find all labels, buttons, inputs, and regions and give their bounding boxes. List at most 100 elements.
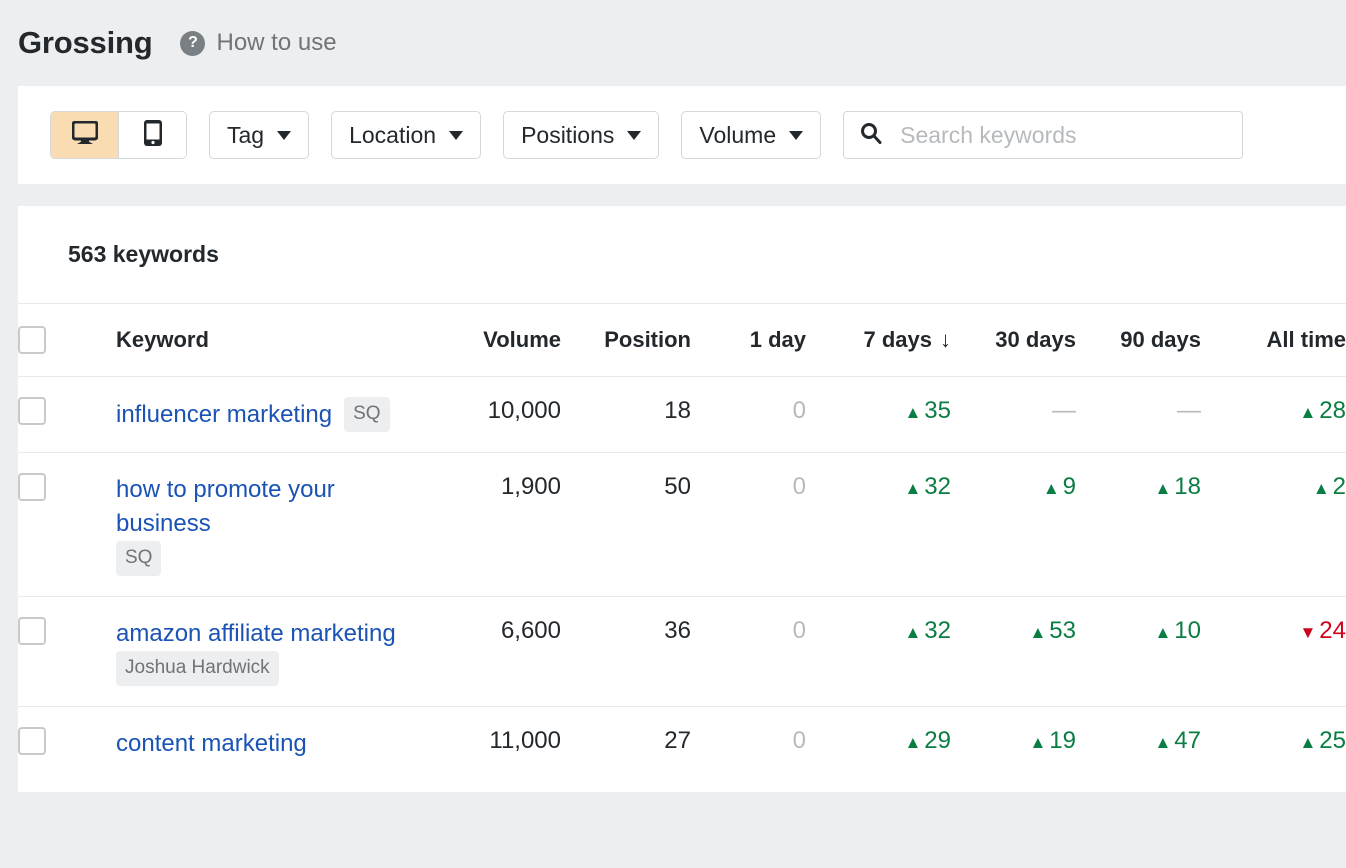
change-all-time-value: ▲2	[1313, 473, 1346, 500]
change-all-time-cell: ▲2	[1201, 453, 1346, 597]
table-row: influencer marketingSQ10,000180▲35——▲28	[18, 377, 1346, 453]
column-header-position[interactable]: Position	[561, 304, 691, 377]
change-30-days-cell: —	[951, 377, 1076, 453]
position-cell: 18	[561, 377, 691, 453]
filters-toolbar: Tag Location Positions Volume	[18, 86, 1346, 184]
arrow-up-icon: ▲	[1299, 403, 1316, 422]
keyword-cell: how to promote your businessSQ	[116, 453, 416, 597]
change-30-days-value: —	[1052, 397, 1076, 424]
change-90-days-value: ▲10	[1154, 617, 1201, 644]
row-checkbox[interactable]	[18, 617, 46, 645]
change-all-time-cell: ▲28	[1201, 377, 1346, 453]
volume-cell: 10,000	[416, 377, 561, 453]
how-to-use-label: How to use	[216, 29, 336, 57]
volume-cell: 11,000	[416, 707, 561, 783]
filter-positions-label: Positions	[521, 122, 614, 149]
keyword-link[interactable]: content marketing	[116, 727, 307, 761]
search-icon	[860, 122, 882, 149]
keyword-link[interactable]: amazon affiliate marketing	[116, 617, 396, 651]
change-7-days-cell: ▲32	[806, 597, 951, 707]
how-to-use-link[interactable]: ? How to use	[180, 29, 336, 57]
change-7-days-cell: ▲35	[806, 377, 951, 453]
page-title: Grossing	[18, 25, 152, 61]
arrow-up-icon: ▲	[1154, 623, 1171, 642]
change-7-days-value: ▲35	[904, 397, 951, 424]
table-header: Keyword Volume Position 1 day 7 days↓ 30…	[18, 304, 1346, 377]
row-checkbox[interactable]	[18, 473, 46, 501]
column-header-volume[interactable]: Volume	[416, 304, 561, 377]
arrow-down-icon: ▼	[1299, 623, 1316, 642]
row-checkbox[interactable]	[18, 397, 46, 425]
change-90-days-value: ▲47	[1154, 727, 1201, 754]
change-90-days-cell: —	[1076, 377, 1201, 453]
filter-volume-button[interactable]: Volume	[681, 111, 821, 159]
filter-location-label: Location	[349, 122, 436, 149]
arrow-up-icon: ▲	[1029, 623, 1046, 642]
position-cell: 36	[561, 597, 691, 707]
change-90-days-value: ▲18	[1154, 473, 1201, 500]
keywords-panel: 563 keywords Keyword Volume Position 1 d…	[18, 206, 1346, 792]
chevron-down-icon	[789, 131, 803, 140]
change-30-days-value: ▲53	[1029, 617, 1076, 644]
filter-volume-label: Volume	[699, 122, 776, 149]
arrow-up-icon: ▲	[904, 479, 921, 498]
question-mark-icon: ?	[180, 31, 205, 56]
search-input[interactable]	[898, 121, 1226, 150]
change-all-time-value: ▼24	[1299, 617, 1346, 644]
column-header-7-days-label: 7 days	[864, 327, 933, 352]
device-toggle-mobile[interactable]	[118, 112, 186, 158]
table-header-row: Keyword Volume Position 1 day 7 days↓ 30…	[18, 304, 1346, 377]
select-all-header	[18, 304, 116, 377]
keyword-link[interactable]: influencer marketing	[116, 398, 332, 432]
search-keywords-box[interactable]	[843, 111, 1243, 159]
filter-positions-button[interactable]: Positions	[503, 111, 659, 159]
keyword-link[interactable]: how to promote your business	[116, 473, 416, 541]
column-header-7-days[interactable]: 7 days↓	[806, 304, 951, 377]
filter-tag-label: Tag	[227, 122, 264, 149]
arrow-up-icon: ▲	[1154, 733, 1171, 752]
keyword-cell: influencer marketingSQ	[116, 377, 416, 453]
change-all-time-value: ▲28	[1299, 397, 1346, 424]
change-90-days-value: —	[1177, 397, 1201, 424]
change-30-days-value: ▲19	[1029, 727, 1076, 754]
chevron-down-icon	[449, 131, 463, 140]
filter-location-button[interactable]: Location	[331, 111, 481, 159]
arrow-up-icon: ▲	[1299, 733, 1316, 752]
row-select-cell	[18, 453, 116, 597]
select-all-checkbox[interactable]	[18, 326, 46, 354]
change-1-day-value: 0	[793, 727, 806, 754]
arrow-up-icon: ▲	[904, 733, 921, 752]
keywords-count: 563 keywords	[18, 206, 1346, 304]
row-checkbox[interactable]	[18, 727, 46, 755]
change-30-days-cell: ▲19	[951, 707, 1076, 783]
device-toggle	[50, 111, 187, 159]
change-90-days-cell: ▲10	[1076, 597, 1201, 707]
table-row: amazon affiliate marketingJoshua Hardwic…	[18, 597, 1346, 707]
arrow-up-icon: ▲	[904, 623, 921, 642]
change-7-days-cell: ▲32	[806, 453, 951, 597]
column-header-30-days[interactable]: 30 days	[951, 304, 1076, 377]
column-header-1-day[interactable]: 1 day	[691, 304, 806, 377]
column-header-keyword[interactable]: Keyword	[116, 304, 416, 377]
keyword-badge: Joshua Hardwick	[116, 651, 279, 686]
change-7-days-value: ▲32	[904, 617, 951, 644]
panel-spacer	[0, 184, 1346, 206]
page-header: Grossing ? How to use	[0, 0, 1346, 86]
table-row: how to promote your businessSQ1,900500▲3…	[18, 453, 1346, 597]
keyword-cell: content marketing	[116, 707, 416, 783]
device-toggle-desktop[interactable]	[51, 112, 118, 158]
mobile-icon	[144, 120, 162, 151]
column-header-90-days[interactable]: 90 days	[1076, 304, 1201, 377]
filter-tag-button[interactable]: Tag	[209, 111, 309, 159]
change-1-day-value: 0	[793, 473, 806, 500]
arrow-up-icon: ▲	[1154, 479, 1171, 498]
table-body: influencer marketingSQ10,00018 0 ▲35 — — ▲28 h…	[18, 377, 1346, 783]
row-select-cell	[18, 597, 116, 707]
change-all-time-cell: ▼24	[1201, 597, 1346, 707]
chevron-down-icon	[627, 131, 641, 140]
column-header-all-time[interactable]: All time	[1201, 304, 1346, 377]
change-30-days-value: ▲9	[1043, 473, 1076, 500]
volume-cell: 6,600	[416, 597, 561, 707]
change-7-days-value: ▲29	[904, 727, 951, 754]
position-cell: 50	[561, 453, 691, 597]
